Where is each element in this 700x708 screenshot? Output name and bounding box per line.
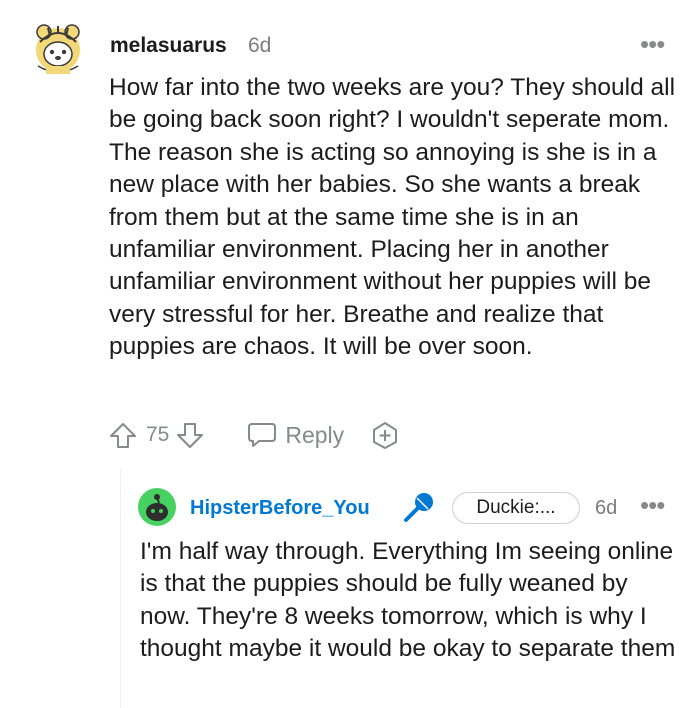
reply-button-label: Reply	[285, 421, 345, 448]
reply-author-avatar[interactable]	[138, 488, 176, 526]
comment-author[interactable]: melasuarus	[110, 34, 227, 58]
reply-more-options-icon[interactable]: •••	[640, 492, 665, 518]
comment-action-bar: 75 Reply	[106, 418, 400, 452]
author-avatar[interactable]	[34, 22, 82, 74]
comment-body: How far into the two weeks are you? They…	[109, 74, 676, 361]
reply-author[interactable]: HipsterBefore_You	[190, 497, 370, 520]
thread-line[interactable]	[120, 470, 121, 708]
reply-button[interactable]: Reply	[247, 421, 344, 449]
comment-timestamp: 6d	[248, 34, 272, 57]
upvote-arrow-icon[interactable]	[106, 418, 140, 452]
more-options-icon[interactable]: •••	[640, 31, 665, 57]
downvote-arrow-icon[interactable]	[173, 418, 207, 452]
vote-score: 75	[146, 423, 170, 446]
award-plus-icon	[373, 422, 398, 449]
reply-body: I'm half way through. Everything Im seei…	[140, 538, 676, 663]
award-button[interactable]	[370, 420, 400, 450]
microphone-icon	[402, 490, 436, 524]
user-flair[interactable]: Duckie:...	[452, 492, 580, 524]
tiger-costume-avatar-icon	[36, 24, 80, 74]
reply-timestamp: 6d	[595, 497, 618, 519]
chat-bubble-icon	[248, 423, 277, 447]
snoo-avatar-icon	[138, 488, 176, 526]
